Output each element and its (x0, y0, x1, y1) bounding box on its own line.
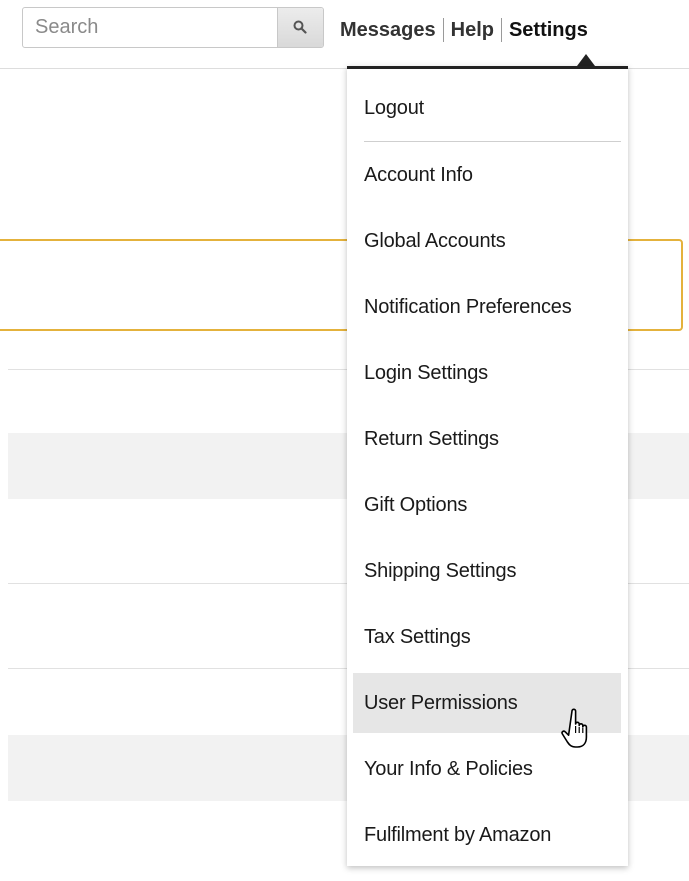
search-box (22, 7, 324, 48)
menu-item-fulfilment-by-amazon[interactable]: Fulfilment by Amazon (353, 805, 621, 865)
menu-item-account-info[interactable]: Account Info (353, 145, 621, 205)
messages-link[interactable]: Messages (340, 19, 436, 42)
hand-pointer-icon (561, 707, 597, 756)
menu-item-shipping-settings[interactable]: Shipping Settings (353, 541, 621, 601)
search-button[interactable] (277, 8, 323, 47)
menu-item-return-settings[interactable]: Return Settings (353, 409, 621, 469)
top-nav: Messages Help Settings (340, 15, 588, 45)
menu-item-tax-settings[interactable]: Tax Settings (353, 607, 621, 667)
nav-separator (442, 18, 444, 42)
menu-item-gift-options[interactable]: Gift Options (353, 475, 621, 535)
menu-divider (364, 141, 621, 142)
search-input[interactable] (23, 8, 277, 47)
menu-item-login-settings[interactable]: Login Settings (353, 343, 621, 403)
dropdown-caret (577, 54, 595, 66)
menu-item-global-accounts[interactable]: Global Accounts (353, 211, 621, 271)
help-link[interactable]: Help (451, 19, 494, 42)
menu-item-logout[interactable]: Logout (353, 78, 621, 138)
nav-separator (500, 18, 502, 42)
menu-item-notification-preferences[interactable]: Notification Preferences (353, 277, 621, 337)
settings-link[interactable]: Settings (509, 19, 588, 42)
